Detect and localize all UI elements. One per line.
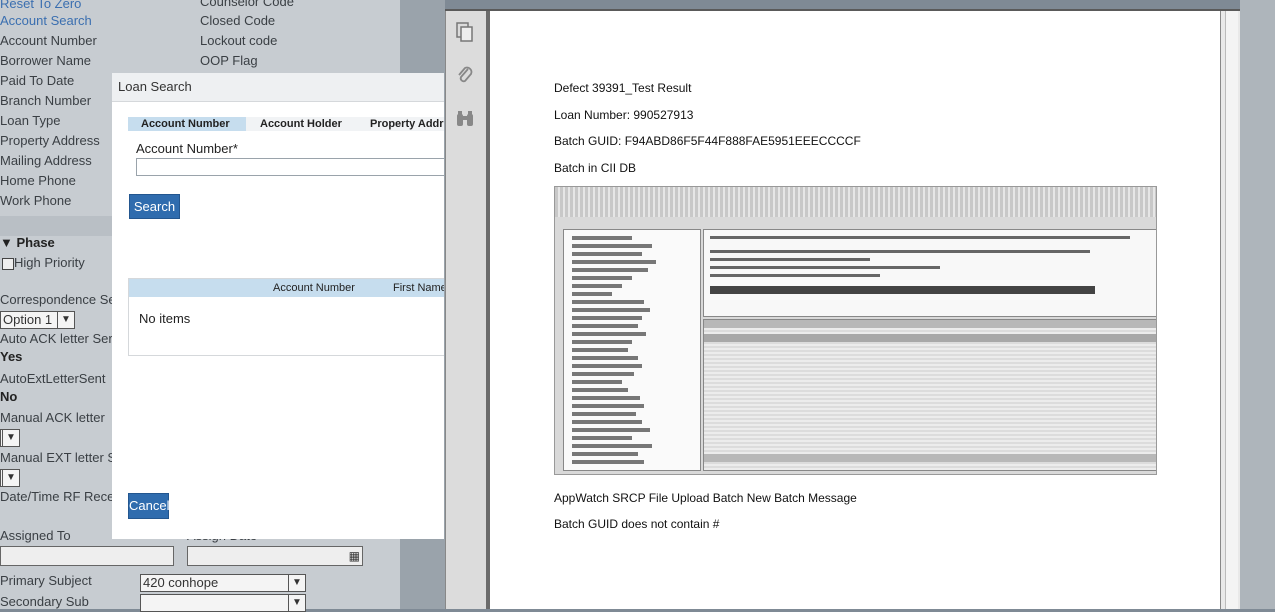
correspondence-label: Correspondence Se	[0, 292, 116, 307]
document-scrollbar[interactable]	[1220, 11, 1241, 609]
assigned-to-label: Assigned To	[0, 528, 71, 543]
empty-message: No items	[139, 311, 191, 326]
auto-ext-value: No	[0, 389, 18, 404]
grid-header: Account Number First Name	[129, 279, 444, 297]
manual-ext-label: Manual EXT letter S	[0, 450, 117, 465]
manual-ext-select[interactable]: ▼	[0, 469, 20, 487]
loan-search-dialog: Loan Search Account Number Account Holde…	[112, 73, 444, 539]
auto-ack-value: Yes	[0, 349, 23, 364]
tab-account-holder[interactable]: Account Holder	[260, 117, 342, 131]
cancel-button[interactable]: Cancel	[128, 493, 169, 519]
col-account-number[interactable]: Account Number	[273, 282, 355, 294]
primary-subject-label: Primary Subject	[0, 573, 92, 588]
phase-heading[interactable]: ▼ Phase	[0, 235, 55, 250]
label-property-address: Property Address	[0, 133, 100, 148]
doc-line-loan-number: Loan Number: 990527913	[554, 108, 694, 122]
primary-subject-select[interactable]: 420 conhope ▼	[140, 574, 306, 592]
secondary-sub-select[interactable]: ▼	[140, 594, 306, 612]
binoculars-icon[interactable]	[454, 108, 476, 130]
screenshot-sql-editor	[703, 229, 1156, 317]
scrollbar-track[interactable]	[1225, 11, 1238, 609]
doc-line-batch-guid-note: Batch GUID does not contain #	[554, 517, 720, 531]
account-number-input[interactable]	[136, 158, 444, 176]
label-branch-number: Branch Number	[0, 93, 92, 108]
high-priority-checkbox[interactable]	[2, 258, 14, 270]
col-first-name[interactable]: First Name	[393, 282, 444, 294]
auto-ack-label: Auto ACK letter Ser	[0, 331, 113, 346]
assign-date-input[interactable]: ▦	[187, 546, 363, 566]
search-button[interactable]: Search	[129, 194, 180, 219]
label-lockout-code: Lockout code	[200, 33, 278, 48]
embedded-screenshot	[554, 186, 1157, 475]
paperclip-icon[interactable]	[454, 64, 476, 86]
chevron-down-icon: ▼	[288, 575, 305, 591]
phase-label: Phase	[16, 235, 55, 250]
calendar-icon[interactable]: ▦	[349, 549, 360, 563]
label-home-phone: Home Phone	[0, 173, 76, 188]
screenshot-tree	[563, 229, 701, 471]
results-grid: Account Number First Name No items	[128, 278, 444, 356]
option-select[interactable]: Option 1 ▼	[0, 311, 75, 329]
label-oop-flag: OOP Flag	[200, 53, 258, 68]
doc-line-defect: Defect 39391_Test Result	[554, 81, 692, 95]
primary-subject-value: 420 conhope	[143, 575, 219, 590]
label-closed-code: Closed Code	[200, 13, 276, 28]
chevron-down-icon: ▼	[57, 312, 74, 328]
dialog-title: Loan Search	[112, 73, 444, 102]
date-rf-label: Date/Time RF Rece	[0, 489, 115, 504]
manual-ack-select[interactable]: ▼	[0, 429, 20, 447]
assigned-to-input[interactable]	[0, 546, 174, 566]
doc-line-batch-db: Batch in CII DB	[554, 161, 637, 175]
chevron-down-icon: ▼	[2, 430, 19, 446]
screenshot-results	[703, 319, 1156, 471]
chevron-down-icon: ▼	[2, 470, 19, 486]
tab-property-address[interactable]: Property Addr	[370, 117, 444, 131]
account-search-link[interactable]: Account Search	[0, 13, 92, 28]
doc-line-batch-guid: Batch GUID: F94ABD86F5F44F888FAE5951EEEC…	[554, 134, 861, 148]
secondary-sub-label: Secondary Sub	[0, 594, 89, 609]
label-mailing-address: Mailing Address	[0, 153, 92, 168]
tab-account-number[interactable]: Account Number	[128, 117, 246, 131]
high-priority-label: High Priority	[14, 255, 85, 270]
reset-to-zero-link[interactable]: Reset To Zero	[0, 0, 81, 11]
right-margin	[1240, 0, 1275, 609]
document-page: Defect 39391_Test Result Loan Number: 99…	[490, 11, 1220, 609]
pages-icon[interactable]	[454, 21, 476, 43]
label-loan-type: Loan Type	[0, 113, 61, 128]
account-number-label: Account Number*	[136, 141, 238, 156]
screenshot-toolbar	[555, 187, 1156, 217]
search-tabs: Account Number Account Holder Property A…	[128, 117, 444, 131]
label-borrower-name: Borrower Name	[0, 53, 92, 68]
triangle-down-icon: ▼	[0, 235, 17, 250]
manual-ack-label: Manual ACK letter	[0, 410, 105, 425]
doc-line-appwatch: AppWatch SRCP File Upload Batch New Batc…	[554, 491, 857, 505]
label-account-number: Account Number	[0, 33, 97, 48]
label-work-phone: Work Phone	[0, 193, 72, 208]
label-paid-to-date: Paid To Date	[0, 73, 75, 88]
label-counselor-code: Counselor Code	[200, 0, 294, 9]
option-select-value: Option 1	[3, 312, 53, 327]
viewer-sidebar	[445, 11, 486, 609]
auto-ext-label: AutoExtLetterSent	[0, 371, 106, 386]
